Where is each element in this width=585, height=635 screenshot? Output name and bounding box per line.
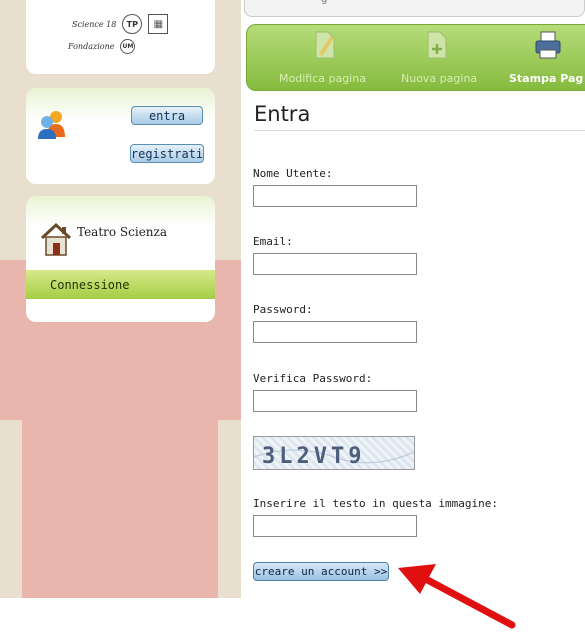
navigation-card: Teatro Scienza Connessione <box>26 196 215 322</box>
captcha-graphic: 3L2VT9 <box>254 444 414 469</box>
annotation-arrow-icon <box>398 564 516 629</box>
new-page-button[interactable]: Nuova pagina <box>397 25 477 92</box>
edit-page-label: Modifica pagina <box>279 72 366 85</box>
register-button[interactable]: registrati <box>130 144 204 163</box>
verify-password-label: Verifica Password: <box>253 372 373 385</box>
email-label: Email: <box>253 235 293 248</box>
username-label: Nome Utente: <box>253 167 333 180</box>
sponsor-logos-row-1: Science 18 TP ▦ <box>72 14 169 34</box>
printer-icon <box>535 31 561 59</box>
page-title: Entra <box>254 102 311 126</box>
sicily-logo-icon: ▦ <box>148 14 169 34</box>
title-divider <box>254 130 585 131</box>
print-page-button[interactable]: Stampa Pag <box>507 25 585 92</box>
search-strip: g <box>244 0 585 17</box>
nav-home-link[interactable]: Teatro Scienza <box>77 225 167 239</box>
edit-page-button[interactable]: Modifica pagina <box>247 25 397 92</box>
captcha-text: 3L2VT9 <box>262 444 365 469</box>
captcha-field[interactable] <box>253 515 417 537</box>
captcha-image: 3L2VT9 <box>253 436 415 470</box>
nav-item-connessione[interactable]: Connessione <box>26 270 215 299</box>
email-field[interactable] <box>253 253 417 275</box>
university-logo: UM <box>120 39 136 54</box>
house-icon <box>40 222 72 256</box>
login-button[interactable]: entra <box>131 106 203 125</box>
captcha-prompt-label: Inserire il testo in questa immagine: <box>253 497 499 510</box>
print-page-label: Stampa Pag <box>509 72 584 85</box>
science-logo: Science 18 <box>72 19 117 29</box>
new-page-label: Nuova pagina <box>401 72 478 85</box>
verify-password-field[interactable] <box>253 390 417 412</box>
add-page-icon <box>427 31 447 59</box>
sidebar-background-strip-right <box>218 420 241 598</box>
sponsor-logos-row-2: Fondazione UM <box>68 39 136 54</box>
username-field[interactable] <box>253 185 417 207</box>
login-card: entra registrati <box>26 88 215 184</box>
search-strip-text: g <box>321 0 327 5</box>
password-field[interactable] <box>253 321 417 343</box>
tp-logo: TP <box>122 14 143 34</box>
password-label: Password: <box>253 303 313 316</box>
pencil-page-icon <box>315 31 335 59</box>
foundation-logo: Fondazione <box>68 42 115 51</box>
sidebar-background-bottom <box>22 420 241 598</box>
sponsor-logos-card: Science 18 TP ▦ Fondazione UM <box>26 0 215 74</box>
page-toolbar: Modifica pagina Nuova pagina Stampa Pag <box>246 24 585 91</box>
users-icon <box>38 111 65 139</box>
create-account-button[interactable]: creare un account >> <box>253 562 389 581</box>
sidebar-background-strip-left <box>0 420 22 598</box>
